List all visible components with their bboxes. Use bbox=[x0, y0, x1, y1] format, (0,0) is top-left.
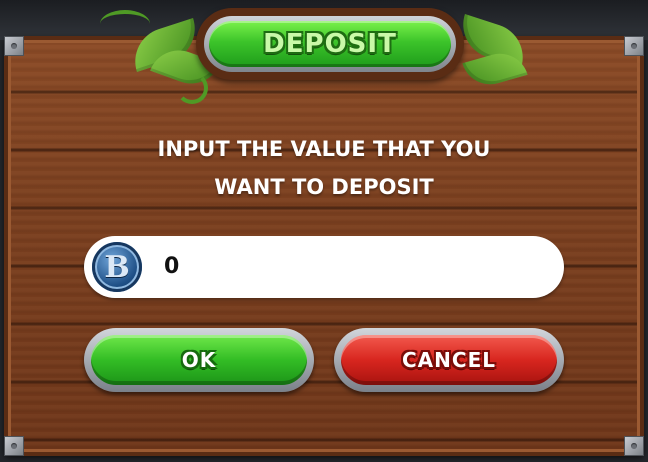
cancel-button-label: CANCEL bbox=[402, 348, 496, 372]
ok-button-label: OK bbox=[181, 348, 217, 372]
cancel-button[interactable]: CANCEL bbox=[334, 328, 564, 392]
coin-b-icon: B bbox=[92, 242, 142, 292]
corner-bolt-icon bbox=[4, 36, 24, 56]
title-banner: DEPOSIT bbox=[196, 8, 464, 80]
corner-bolt-icon bbox=[4, 436, 24, 456]
vine-curl-decoration bbox=[176, 72, 208, 104]
dialog-title: DEPOSIT bbox=[263, 29, 397, 59]
amount-value[interactable]: 0 bbox=[164, 236, 179, 298]
prompt-line-1: INPUT THE VALUE THAT YOU bbox=[157, 137, 491, 161]
deposit-prompt: INPUT THE VALUE THAT YOU WANT TO DEPOSIT bbox=[100, 130, 548, 206]
game-screen: DEPOSIT INPUT THE VALUE THAT YOU WANT TO… bbox=[0, 0, 648, 462]
prompt-line-2: WANT TO DEPOSIT bbox=[214, 175, 434, 199]
deposit-amount-input[interactable]: B 0 bbox=[84, 236, 564, 298]
corner-bolt-icon bbox=[624, 36, 644, 56]
vine-decoration bbox=[100, 10, 150, 38]
ok-button[interactable]: OK bbox=[84, 328, 314, 392]
corner-bolt-icon bbox=[624, 436, 644, 456]
